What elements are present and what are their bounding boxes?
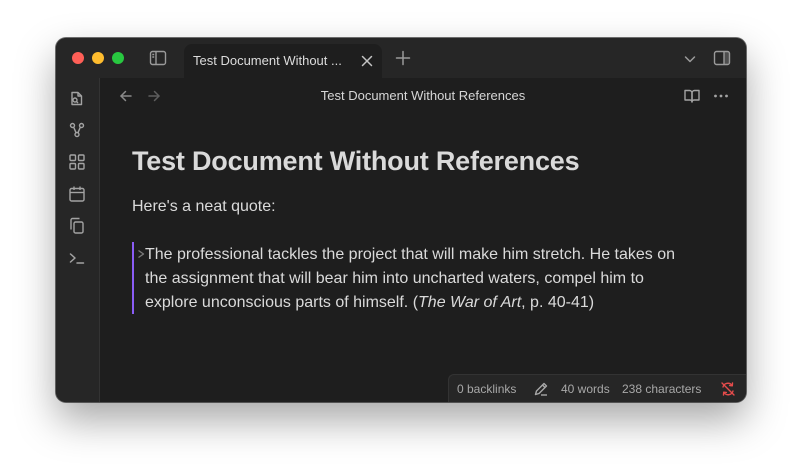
graph-icon[interactable] — [68, 121, 86, 139]
open-file-icon[interactable] — [68, 89, 86, 107]
book-open-icon[interactable] — [683, 87, 701, 105]
quote-text: The professional tackles the project tha… — [145, 246, 676, 311]
status-bar: 0 backlinks 40 words 238 characters — [448, 374, 746, 402]
left-ribbon — [56, 78, 100, 402]
backlinks-count[interactable]: 0 backlinks — [457, 382, 516, 396]
app-window: Test Document Without ... Test Document … — [56, 38, 746, 402]
edit-pencil-icon[interactable] — [533, 381, 549, 397]
more-horizontal-icon[interactable] — [712, 87, 730, 105]
quote-source: The War of Art — [418, 294, 522, 311]
document-heading: Test Document Without References — [132, 146, 580, 176]
title-bar: Test Document Without ... — [56, 38, 746, 78]
editor-pane: Test Document Without References — [100, 78, 746, 402]
sidebar-left-icon[interactable] — [149, 49, 167, 67]
sync-off-icon[interactable] — [720, 381, 736, 397]
calendar-icon[interactable] — [68, 185, 86, 203]
chevron-down-icon[interactable] — [683, 52, 697, 66]
book-open-icon[interactable] — [739, 87, 746, 103]
canvas-icon[interactable] — [68, 153, 86, 171]
close-window-button[interactable] — [72, 52, 84, 64]
plus-icon[interactable] — [395, 50, 411, 66]
copy-icon[interactable] — [68, 217, 86, 235]
blockquote-fold-icon[interactable] — [137, 249, 145, 259]
sidebar-right-icon[interactable] — [713, 49, 731, 67]
quote-pages: , p. 40-41) — [521, 294, 595, 311]
zoom-window-button[interactable] — [112, 52, 124, 64]
tab-test-document[interactable]: Test Document Without ... — [184, 44, 382, 78]
minimize-window-button[interactable] — [92, 52, 104, 64]
tab-title: Test Document Without ... — [193, 53, 342, 68]
close-icon[interactable] — [359, 53, 375, 69]
character-count: 238 characters — [622, 382, 702, 396]
blockquote: The professional tackles the project tha… — [145, 243, 697, 315]
blockquote-border — [132, 242, 134, 314]
terminal-icon[interactable] — [68, 249, 86, 267]
view-header-title[interactable]: Test Document Without References — [100, 88, 746, 103]
intro-paragraph: Here's a neat quote: — [132, 198, 276, 215]
word-count: 40 words — [561, 382, 610, 396]
